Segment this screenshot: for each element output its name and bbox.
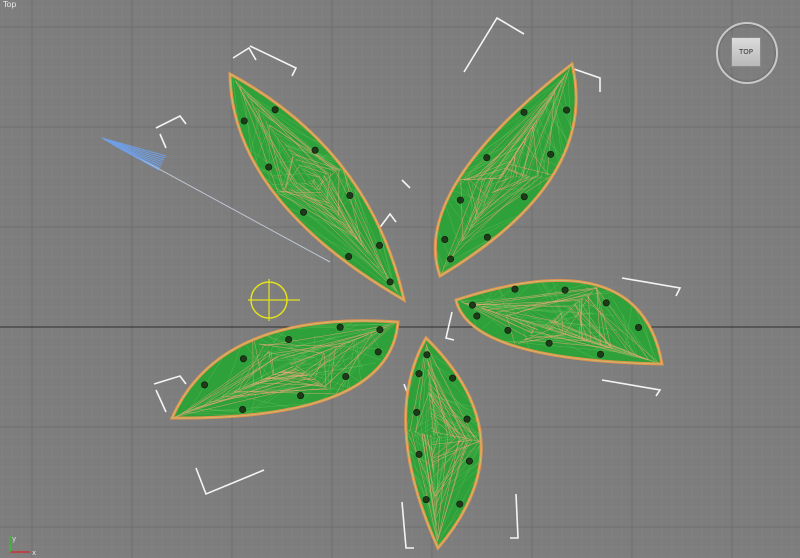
vertex-point[interactable] — [602, 299, 610, 307]
vertex-point[interactable] — [376, 326, 384, 334]
vertex-point[interactable] — [463, 415, 471, 423]
vertex-point[interactable] — [415, 450, 423, 458]
vertex-point[interactable] — [561, 286, 569, 294]
vertex-point[interactable] — [374, 348, 382, 356]
vertex-point[interactable] — [520, 108, 528, 116]
vertex-point[interactable] — [563, 106, 571, 114]
vertex-point[interactable] — [376, 241, 384, 249]
vertex-point[interactable] — [504, 326, 512, 334]
vertex-point[interactable] — [449, 374, 457, 382]
y-axis-label: y — [12, 535, 16, 543]
vertex-point[interactable] — [415, 370, 423, 378]
vertex-point[interactable] — [596, 350, 604, 358]
vertex-point[interactable] — [545, 339, 553, 347]
vertex-point[interactable] — [511, 285, 519, 293]
vertex-point[interactable] — [468, 301, 476, 309]
vertex-point[interactable] — [635, 324, 643, 332]
vertex-point[interactable] — [520, 193, 528, 201]
vertex-point[interactable] — [297, 392, 305, 400]
vertex-point[interactable] — [239, 406, 247, 414]
viewport-label[interactable]: Top — [3, 0, 17, 9]
vertex-point[interactable] — [239, 355, 247, 363]
vertex-point[interactable] — [346, 191, 354, 199]
vertex-point[interactable] — [447, 255, 455, 263]
vertex-point[interactable] — [456, 196, 464, 204]
vertex-point[interactable] — [423, 351, 431, 359]
vertex-point[interactable] — [483, 233, 491, 241]
vertex-point[interactable] — [311, 146, 319, 154]
axis-tripod-icon: x y — [9, 535, 36, 556]
vertex-point[interactable] — [300, 208, 308, 216]
vertex-point[interactable] — [483, 154, 491, 162]
vertex-point[interactable] — [342, 372, 350, 380]
vertex-point[interactable] — [201, 381, 209, 389]
vertex-point[interactable] — [422, 496, 430, 504]
vertex-point[interactable] — [547, 150, 555, 158]
top-viewport[interactable]: Top TOP x y — [0, 0, 800, 558]
vertex-point[interactable] — [271, 106, 279, 114]
vertex-point[interactable] — [265, 163, 273, 171]
vertex-point[interactable] — [441, 236, 449, 244]
vertex-point[interactable] — [285, 336, 293, 344]
vertex-point[interactable] — [456, 500, 464, 508]
viewport-canvas[interactable] — [0, 0, 800, 558]
vertex-point[interactable] — [240, 117, 248, 125]
vertex-point[interactable] — [473, 312, 481, 320]
viewcube-top-face[interactable]: TOP — [731, 37, 761, 67]
vertex-point[interactable] — [336, 323, 344, 331]
vertex-point[interactable] — [386, 278, 394, 286]
x-axis-label: x — [32, 549, 36, 556]
viewcube[interactable]: TOP — [716, 22, 778, 84]
vertex-point[interactable] — [413, 408, 421, 416]
vertex-point[interactable] — [465, 457, 473, 465]
vertex-point[interactable] — [345, 253, 353, 261]
